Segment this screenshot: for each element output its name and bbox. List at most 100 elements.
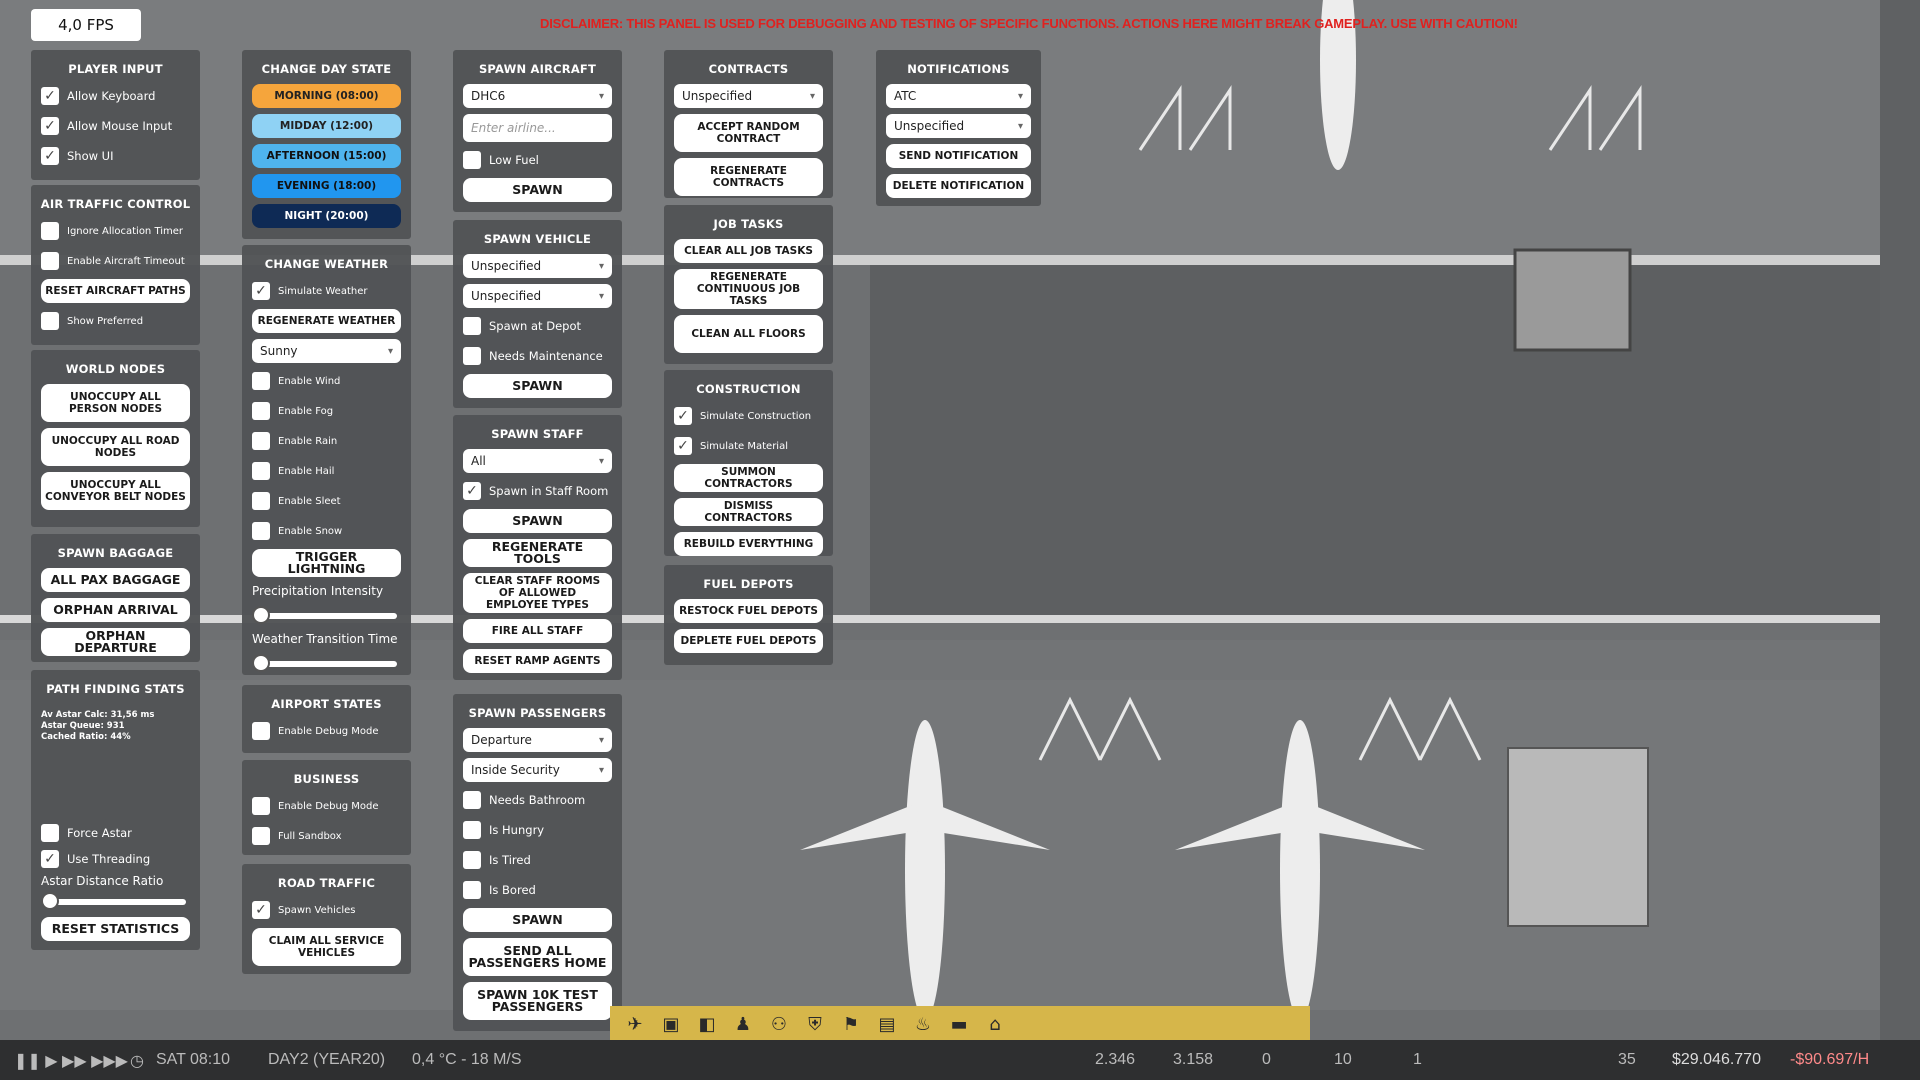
orphan-arrival-button[interactable]: ORPHAN ARRIVAL [41,598,190,622]
airline-input[interactable]: Enter airline... [463,114,612,142]
send-notification-button[interactable]: SEND NOTIFICATION [886,144,1031,168]
mail-count[interactable]: 35 [1618,1051,1636,1069]
slider-handle[interactable] [252,654,270,672]
simulate-material-toggle[interactable]: ✓ Simulate Material [674,434,823,458]
shop-icon[interactable]: ⌂ [984,1013,1006,1035]
show-preferred-toggle[interactable]: Show Preferred [41,309,190,333]
staff-icon[interactable]: ♟ [732,1013,754,1035]
regenerate-tools-button[interactable]: REGENERATE TOOLS [463,539,612,567]
unoccupy-person-nodes-button[interactable]: UNOCCUPY ALL PERSON NODES [41,384,190,422]
enable-aircraft-timeout-toggle[interactable]: Enable Aircraft Timeout [41,249,190,273]
panel-title: FUEL DEPOTS [703,577,794,591]
group-icon[interactable]: ⚇ [768,1013,790,1035]
orphan-departure-button[interactable]: ORPHAN DEPARTURE [41,628,190,656]
is-bored-toggle[interactable]: Is Bored [463,878,612,902]
weather-transition-time-slider[interactable] [252,653,401,673]
enable-snow-toggle[interactable]: Enable Snow [252,519,401,543]
afternoon-button[interactable]: AFTERNOON (15:00) [252,144,401,168]
send-all-passengers-home-button[interactable]: SEND ALL PASSENGERS HOME [463,938,612,976]
needs-maintenance-toggle[interactable]: Needs Maintenance [463,344,612,368]
weather-type-select[interactable]: Sunny ▾ [252,339,401,363]
bus-icon[interactable]: ▣ [660,1013,682,1035]
vehicle-subtype-select[interactable]: Unspecified ▾ [463,284,612,308]
summon-contractors-button[interactable]: SUMMON CONTRACTORS [674,464,823,492]
plane-icon[interactable]: ✈ [624,1013,646,1035]
rebuild-everything-button[interactable]: REBUILD EVERYTHING [674,532,823,556]
dismiss-contractors-button[interactable]: DISMISS CONTRACTORS [674,498,823,526]
ignore-allocation-timer-toggle[interactable]: Ignore Allocation Timer [41,219,190,243]
delete-notification-button[interactable]: DELETE NOTIFICATION [886,174,1031,198]
allow-mouse-toggle[interactable]: ✓ Allow Mouse Input [41,114,190,138]
force-astar-toggle[interactable]: Force Astar [41,821,190,845]
trigger-lightning-button[interactable]: TRIGGER LIGHTNING [252,549,401,577]
aircraft-model-select[interactable]: DHC6 ▾ [463,84,612,108]
food-icon[interactable]: ♨ [912,1013,934,1035]
simulate-construction-toggle[interactable]: ✓ Simulate Construction [674,404,823,428]
checkbox-checked-icon: ✓ [674,437,692,455]
spawn-aircraft-button[interactable]: SPAWN [463,178,612,202]
reset-aircraft-paths-button[interactable]: RESET AIRCRAFT PATHS [41,279,190,303]
spawn-10k-test-passengers-button[interactable]: SPAWN 10K TEST PASSENGERS [463,982,612,1020]
staff-type-select[interactable]: All ▾ [463,449,612,473]
regenerate-weather-button[interactable]: REGENERATE WEATHER [252,309,401,333]
claim-all-service-vehicles-button[interactable]: CLAIM ALL SERVICE VEHICLES [252,928,401,966]
security-icon[interactable]: ⛨ [804,1013,826,1035]
passenger-direction-select[interactable]: Departure ▾ [463,728,612,752]
slider-handle[interactable] [252,606,270,624]
spawn-vehicles-toggle[interactable]: ✓ Spawn Vehicles [252,898,401,922]
full-sandbox-toggle[interactable]: Full Sandbox [252,824,401,848]
spawn-vehicle-button[interactable]: SPAWN [463,374,612,398]
accept-random-contract-button[interactable]: ACCEPT RANDOM CONTRACT [674,114,823,152]
enable-rain-toggle[interactable]: Enable Rain [252,429,401,453]
play-pause-controls[interactable]: ❚❚ ▶ ▶▶ ▶▶▶ [14,1051,128,1071]
pathfinding-stats-text: Av Astar Calc: 31,56 ms Astar Queue: 931… [31,698,200,743]
gate-icon[interactable]: ⚑ [840,1013,862,1035]
regenerate-contracts-button[interactable]: REGENERATE CONTRACTS [674,158,823,196]
reset-statistics-button[interactable]: RESET STATISTICS [41,917,190,941]
use-threading-toggle[interactable]: ✓ Use Threading [41,847,190,871]
low-fuel-toggle[interactable]: Low Fuel [463,148,612,172]
airport-debug-mode-toggle[interactable]: Enable Debug Mode [252,719,401,743]
business-debug-mode-toggle[interactable]: Enable Debug Mode [252,794,401,818]
vehicle-type-select[interactable]: Unspecified ▾ [463,254,612,278]
show-ui-toggle[interactable]: ✓ Show UI [41,144,190,168]
enable-wind-toggle[interactable]: Enable Wind [252,369,401,393]
midday-button[interactable]: MIDDAY (12:00) [252,114,401,138]
notification-source-select[interactable]: ATC ▾ [886,84,1031,108]
deplete-fuel-depots-button[interactable]: DEPLETE FUEL DEPOTS [674,629,823,653]
unoccupy-conveyor-nodes-button[interactable]: UNOCCUPY ALL CONVEYOR BELT NODES [41,472,190,510]
contract-type-select[interactable]: Unspecified ▾ [674,84,823,108]
notification-type-select[interactable]: Unspecified ▾ [886,114,1031,138]
all-pax-baggage-button[interactable]: ALL PAX BAGGAGE [41,568,190,592]
morning-button[interactable]: MORNING (08:00) [252,84,401,108]
clear-staff-rooms-button[interactable]: CLEAR STAFF ROOMS OF ALLOWED EMPLOYEE TY… [463,573,612,613]
luggage-icon[interactable]: ◧ [696,1013,718,1035]
spawn-in-staff-room-toggle[interactable]: ✓ Spawn in Staff Room [463,479,612,503]
precipitation-intensity-slider[interactable] [252,605,401,625]
restock-fuel-depots-button[interactable]: RESTOCK FUEL DEPOTS [674,599,823,623]
is-tired-toggle[interactable]: Is Tired [463,848,612,872]
clear-all-job-tasks-button[interactable]: CLEAR ALL JOB TASKS [674,239,823,263]
spawn-passengers-button[interactable]: SPAWN [463,908,612,932]
enable-sleet-toggle[interactable]: Enable Sleet [252,489,401,513]
checkin-icon[interactable]: ▤ [876,1013,898,1035]
regenerate-continuous-job-tasks-button[interactable]: REGENERATE CONTINUOUS JOB TASKS [674,269,823,309]
spawn-staff-button[interactable]: SPAWN [463,509,612,533]
needs-bathroom-toggle[interactable]: Needs Bathroom [463,788,612,812]
spawn-at-depot-toggle[interactable]: Spawn at Depot [463,314,612,338]
unoccupy-road-nodes-button[interactable]: UNOCCUPY ALL ROAD NODES [41,428,190,466]
allow-keyboard-toggle[interactable]: ✓ Allow Keyboard [41,84,190,108]
seats-icon[interactable]: ▬ [948,1013,970,1035]
passenger-location-select[interactable]: Inside Security ▾ [463,758,612,782]
clean-all-floors-button[interactable]: CLEAN ALL FLOORS [674,315,823,353]
slider-handle[interactable] [41,892,59,910]
night-button[interactable]: NIGHT (20:00) [252,204,401,228]
fire-all-staff-button[interactable]: FIRE ALL STAFF [463,619,612,643]
astar-distance-ratio-slider[interactable] [41,891,190,911]
reset-ramp-agents-button[interactable]: RESET RAMP AGENTS [463,649,612,673]
enable-hail-toggle[interactable]: Enable Hail [252,459,401,483]
enable-fog-toggle[interactable]: Enable Fog [252,399,401,423]
is-hungry-toggle[interactable]: Is Hungry [463,818,612,842]
simulate-weather-toggle[interactable]: ✓ Simulate Weather [252,279,401,303]
evening-button[interactable]: EVENING (18:00) [252,174,401,198]
